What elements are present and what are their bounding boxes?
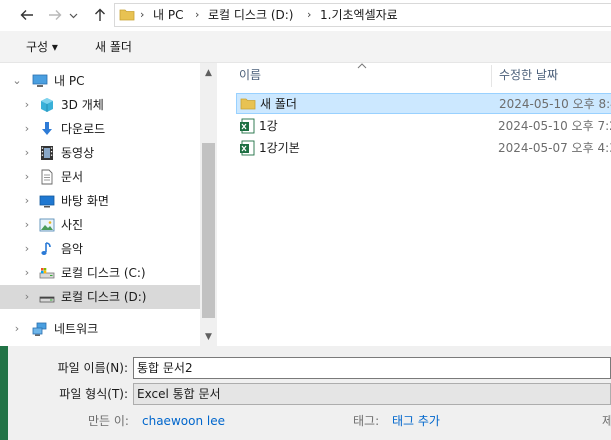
breadcrumb-item-pc[interactable]: 내 PC (153, 4, 183, 26)
desktop-icon (39, 195, 55, 208)
back-button[interactable] (16, 4, 38, 26)
folder-icon (119, 9, 135, 21)
chevron-right-icon[interactable]: › (20, 165, 34, 189)
column-divider[interactable] (491, 65, 492, 87)
chevron-right-icon[interactable]: › (20, 93, 34, 117)
author-link[interactable]: chaewoon lee (142, 410, 225, 432)
chevron-right-icon[interactable]: › (20, 285, 34, 309)
chevron-right-icon[interactable]: › (20, 237, 34, 261)
nav-label: 문서 (61, 170, 84, 184)
back-arrow-icon (20, 10, 33, 20)
forward-arrow-icon (49, 10, 62, 20)
nav-label: 3D 개체 (61, 98, 104, 112)
up-arrow-icon (95, 8, 105, 21)
column-header-modified[interactable]: 수정한 날짜 (499, 63, 558, 87)
document-icon (41, 169, 53, 185)
nav-label: 음악 (61, 242, 84, 256)
column-header-name[interactable]: 이름 (239, 63, 261, 87)
address-row: › 내 PC › 로컬 디스크 (D:) › 1.기초엑셀자료 (0, 0, 611, 31)
file-date: 2024-05-10 오후 8:4 (499, 97, 611, 111)
nav-label: 동영상 (61, 146, 95, 160)
scroll-down-icon[interactable]: ▼ (200, 329, 217, 346)
nav-label: 로컬 디스크 (D:) (61, 290, 147, 304)
breadcrumb-separator: › (195, 8, 200, 21)
forward-button[interactable] (44, 4, 66, 26)
file-date: 2024-05-07 오후 4:3 (498, 141, 611, 155)
nav-label: 로컬 디스크 (C:) (61, 266, 146, 280)
nav-item-network[interactable]: › 네트워크 (0, 317, 200, 341)
breadcrumb-item-drive[interactable]: 로컬 디스크 (D:) (208, 4, 293, 26)
file-date: 2024-05-10 오후 7:2 (498, 119, 611, 133)
nav-item-downloads[interactable]: › 다운로드 (0, 117, 200, 141)
chevron-down-icon (69, 13, 77, 18)
video-film-icon (41, 146, 53, 160)
chevron-down-icon[interactable]: ⌄ (10, 69, 24, 93)
new-folder-button[interactable]: 새 폴더 (95, 31, 132, 63)
excel-file-icon (240, 140, 255, 156)
navigation-pane: ⌄ 내 PC › 3D 개체 › 다운로드 › 동영상 › 문서 › 바탕 화면… (0, 63, 200, 346)
nav-label: 사진 (61, 218, 84, 232)
drive-d-icon (39, 296, 55, 303)
filename-input[interactable]: 통합 문서2 (133, 357, 611, 379)
chevron-right-icon[interactable]: › (20, 213, 34, 237)
excel-file-icon (240, 118, 255, 134)
chevron-right-icon[interactable]: › (10, 317, 24, 341)
scroll-up-icon[interactable]: ▲ (200, 65, 217, 82)
pc-icon (32, 74, 48, 87)
file-row-excel[interactable]: 1강기본 2024-05-07 오후 4:3 (236, 138, 611, 159)
nav-label: 내 PC (54, 74, 85, 88)
network-icon (32, 322, 47, 336)
nav-label: 바탕 화면 (61, 194, 109, 208)
chevron-right-icon[interactable]: › (20, 141, 34, 165)
author-label: 만든 이: (88, 414, 129, 428)
nav-label: 다운로드 (61, 122, 106, 136)
nav-item-3d-objects[interactable]: › 3D 개체 (0, 93, 200, 117)
window-edge-accent (0, 346, 8, 440)
nav-item-music[interactable]: › 음악 (0, 237, 200, 261)
nav-item-videos[interactable]: › 동영상 (0, 141, 200, 165)
command-bar: 구성 ▾ 새 폴더 (0, 31, 611, 63)
breadcrumb-item-folder[interactable]: 1.기초엑셀자료 (320, 4, 398, 26)
sort-ascending-icon (357, 63, 367, 69)
filetype-select[interactable]: Excel 통합 문서 (133, 383, 611, 405)
picture-icon (39, 218, 55, 232)
download-arrow-icon (42, 122, 52, 135)
filename-label: 파일 이름(N): (57, 361, 128, 375)
organize-button[interactable]: 구성 ▾ (26, 31, 58, 63)
nav-item-pc[interactable]: ⌄ 내 PC (0, 69, 200, 93)
file-name: 새 폴더 (260, 97, 297, 111)
tags-link[interactable]: 태그 추가 (392, 410, 440, 432)
chevron-right-icon[interactable]: › (20, 189, 34, 213)
nav-item-pictures[interactable]: › 사진 (0, 213, 200, 237)
music-note-icon (41, 242, 51, 255)
nav-item-documents[interactable]: › 문서 (0, 165, 200, 189)
file-name: 1강기본 (259, 141, 300, 155)
recent-locations-button[interactable] (66, 4, 80, 26)
address-bar[interactable]: › 내 PC › 로컬 디스크 (D:) › 1.기초엑셀자료 (114, 3, 611, 27)
tags-label: 태그: (353, 414, 380, 428)
nav-item-desktop[interactable]: › 바탕 화면 (0, 189, 200, 213)
save-options-panel: 파일 이름(N): 통합 문서2 파일 형식(T): Excel 통합 문서 만… (0, 346, 611, 440)
up-button[interactable] (89, 4, 111, 26)
nav-scrollbar[interactable]: ▲ ▼ (200, 63, 217, 346)
chevron-right-icon[interactable]: › (20, 261, 34, 285)
breadcrumb-separator: › (140, 8, 145, 21)
nav-label: 네트워크 (54, 322, 99, 336)
breadcrumb-separator: › (307, 8, 312, 21)
scroll-thumb[interactable] (202, 143, 215, 318)
file-row-folder[interactable]: 새 폴더 2024-05-10 오후 8:4 (236, 93, 611, 114)
nav-item-drive-c[interactable]: › 로컬 디스크 (C:) (0, 261, 200, 285)
drive-c-icon (39, 268, 55, 279)
chevron-right-icon[interactable]: › (20, 117, 34, 141)
file-row-excel[interactable]: 1강 2024-05-10 오후 7:2 (236, 116, 611, 137)
cube-3d-icon (41, 98, 53, 112)
file-list: 이름 수정한 날짜 새 폴더 2024-05-10 오후 8:4 1강 2024… (217, 63, 611, 346)
file-name: 1강 (259, 119, 278, 133)
nav-item-drive-d[interactable]: › 로컬 디스크 (D:) (0, 285, 200, 309)
filetype-label: 파일 형식(T): (59, 387, 128, 401)
folder-icon (240, 98, 256, 110)
title-label: 제 (602, 414, 611, 428)
